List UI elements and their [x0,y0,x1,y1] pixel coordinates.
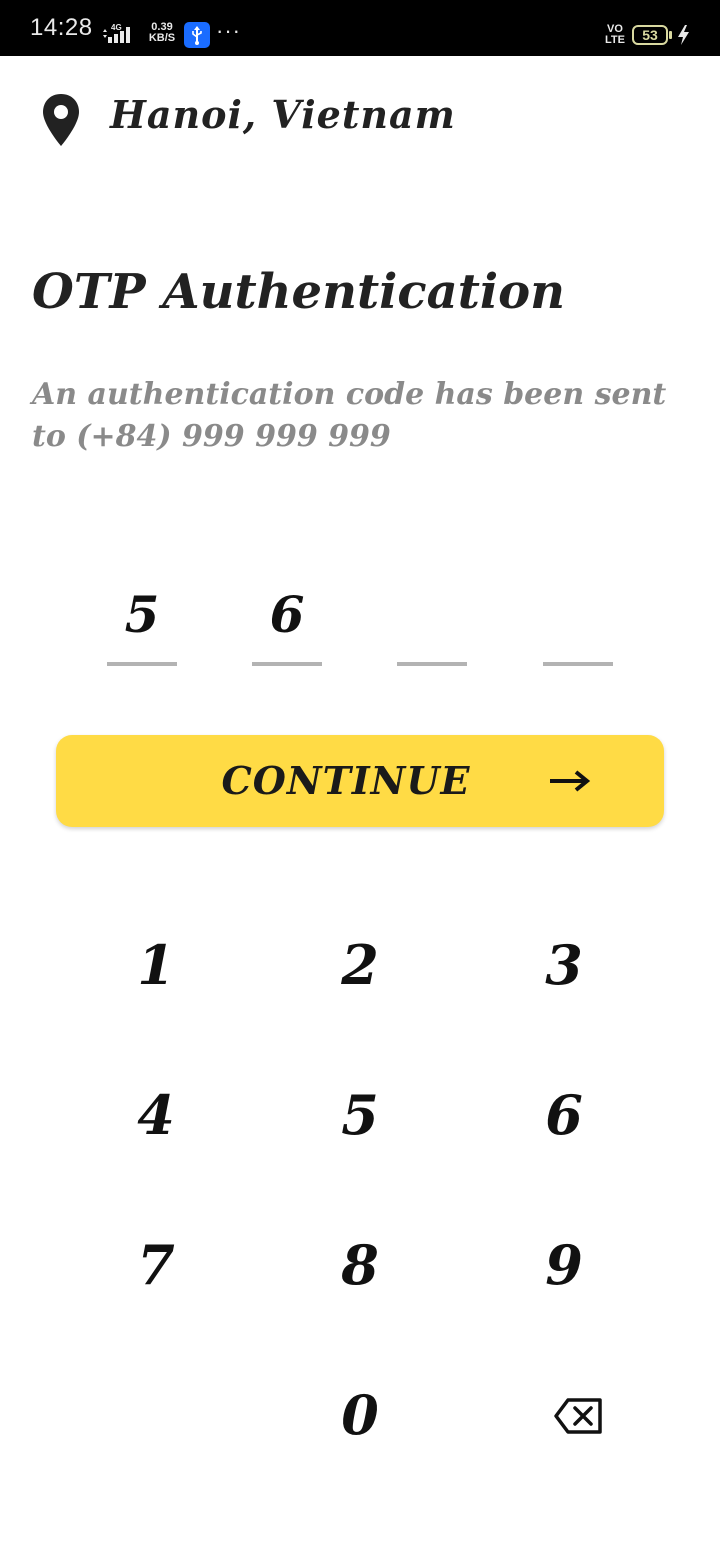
volte-bottom: LTE [605,34,625,46]
otp-sent-message: An authentication code has been sent to … [32,377,667,454]
otp-underline [543,662,613,666]
key-5[interactable]: 5 [258,1040,462,1190]
battery-tip [669,31,672,39]
network-speed-unit: KB/S [148,32,176,44]
network-speed: 0.39 KB/S [146,22,178,44]
otp-underline [107,662,177,666]
otp-digit-field-3[interactable] [397,580,467,666]
key-4[interactable]: 4 [54,1040,258,1190]
otp-input-group: 5 6 [107,580,613,670]
otp-digit-field-4[interactable] [543,580,613,666]
key-0[interactable]: 0 [258,1340,462,1490]
numeric-keypad: 1 2 3 4 5 6 7 8 9 0 [0,890,720,1490]
map-pin-icon [43,94,79,146]
otp-underline [252,662,322,666]
status-bar: 14:28 4G 0.39 KB/S ··· VO LTE 53 [0,0,720,56]
otp-digit-field-1[interactable]: 5 [107,580,177,666]
key-8[interactable]: 8 [258,1190,462,1340]
signal-icon: 4G [103,23,130,43]
volte-indicator: VO LTE [602,24,628,46]
backspace-icon [554,1398,602,1434]
network-type: 4G [111,23,122,32]
status-time: 14:28 [30,14,93,41]
charging-icon [678,25,689,45]
arrow-right-icon [550,770,591,792]
otp-underline [397,662,467,666]
key-2[interactable]: 2 [258,890,462,1040]
otp-digit-field-2[interactable]: 6 [252,580,322,666]
key-7[interactable]: 7 [54,1190,258,1340]
battery-icon: 53 [632,25,668,45]
otp-digit-1: 5 [124,585,160,644]
key-3[interactable]: 3 [462,890,666,1040]
usb-icon [184,22,210,48]
key-1[interactable]: 1 [54,890,258,1040]
otp-digit-2: 6 [269,585,305,644]
continue-button[interactable]: CONTINUE [56,735,664,827]
page-title: OTP Authentication [32,264,566,320]
backspace-button[interactable] [476,1340,680,1490]
more-notifications-icon: ··· [216,18,241,43]
key-6[interactable]: 6 [462,1040,666,1190]
location-label: Hanoi, Vietnam [110,92,456,137]
key-9[interactable]: 9 [462,1190,666,1340]
